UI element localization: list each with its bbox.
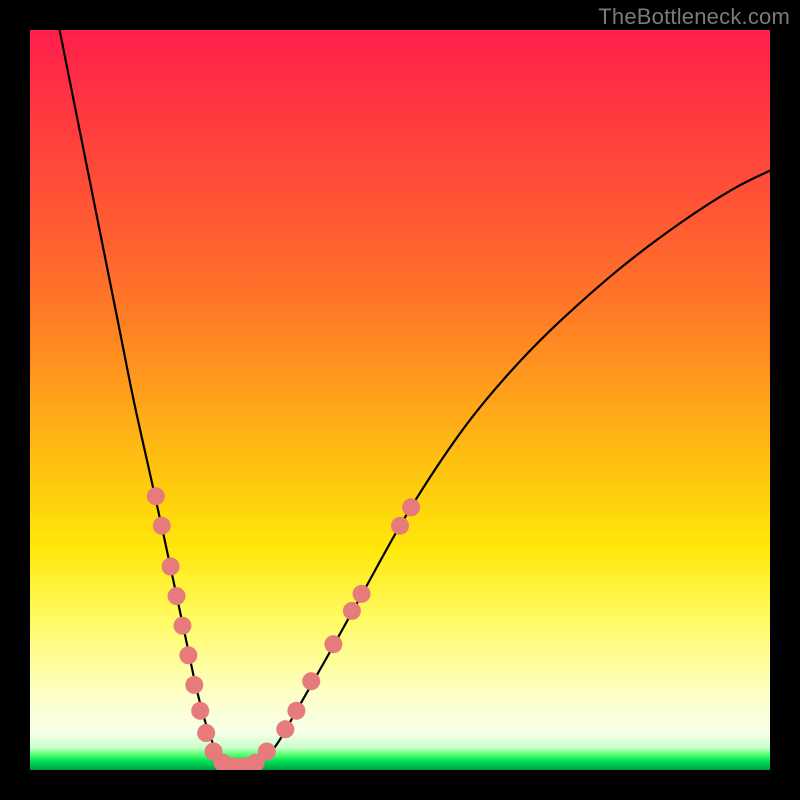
curve-bead xyxy=(287,702,305,720)
curve-bead xyxy=(173,617,191,635)
curve-bead xyxy=(343,602,361,620)
curve-bead xyxy=(391,517,409,535)
curve-bead xyxy=(324,635,342,653)
curve-bead xyxy=(197,724,215,742)
curve-bead xyxy=(168,587,186,605)
curve-bead xyxy=(147,487,165,505)
watermark-text: TheBottleneck.com xyxy=(598,4,790,30)
curve-bead xyxy=(162,558,180,576)
curve-bead xyxy=(153,517,171,535)
plot-svg xyxy=(30,30,770,770)
curve-bead xyxy=(353,585,371,603)
curve-bead xyxy=(258,743,276,761)
curve-beads-group xyxy=(147,487,420,770)
curve-bead xyxy=(179,646,197,664)
curve-bead xyxy=(185,676,203,694)
curve-bead xyxy=(402,498,420,516)
curve-bead xyxy=(276,720,294,738)
bottleneck-curve xyxy=(60,30,770,768)
outer-frame: TheBottleneck.com xyxy=(0,0,800,800)
curve-bead xyxy=(302,672,320,690)
curve-bead xyxy=(191,702,209,720)
